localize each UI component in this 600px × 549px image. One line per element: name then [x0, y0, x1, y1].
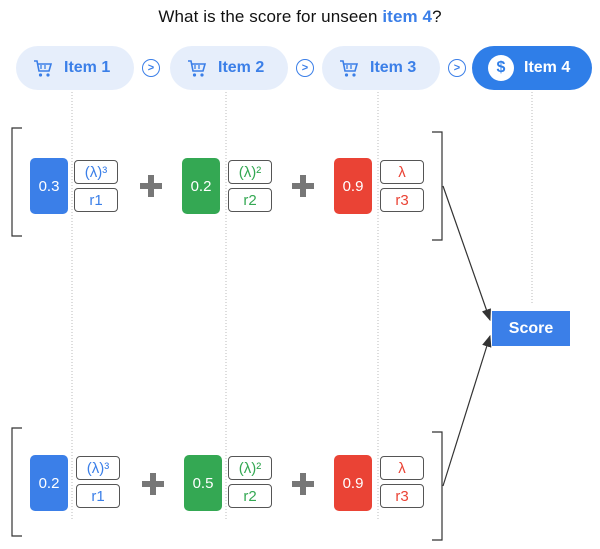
arrow-row-1-to-score	[442, 185, 491, 322]
arrow-row-2-to-score	[442, 334, 492, 487]
score-box: Score	[492, 311, 570, 346]
weight-block: 0.3	[30, 158, 68, 214]
decay-box: λ	[380, 160, 424, 184]
chevron-right-icon: >	[448, 59, 466, 77]
item-label: Item 4	[524, 59, 571, 76]
bracket-left-row-1	[11, 127, 22, 237]
chevron-right-icon: >	[142, 59, 160, 77]
cart-icon	[188, 60, 207, 77]
decay-box: (λ)²	[228, 456, 272, 480]
rating-box: r1	[74, 188, 118, 212]
bracket-right-row-1	[432, 131, 443, 241]
plus-icon	[292, 473, 314, 495]
rating-box: r3	[380, 188, 424, 212]
item-label: Item 3	[370, 59, 417, 76]
item-pill-1[interactable]: Item 1	[16, 46, 134, 90]
item-pill-3[interactable]: Item 3	[322, 46, 440, 90]
weight-block: 0.2	[182, 158, 220, 214]
plus-icon	[292, 175, 314, 197]
decay-box: (λ)³	[76, 456, 120, 480]
rating-box: r2	[228, 484, 272, 508]
weight-block: 0.5	[184, 455, 222, 511]
diagram: What is the score for unseen item 4? Ite…	[0, 0, 600, 549]
bracket-right-row-2	[432, 431, 443, 541]
plus-icon	[142, 473, 164, 495]
chevron-right-icon: >	[296, 59, 314, 77]
weight-block: 0.9	[334, 455, 372, 511]
rating-box: r3	[380, 484, 424, 508]
bracket-left-row-2	[11, 427, 22, 537]
weight-block: 0.2	[30, 455, 68, 511]
item-pill-4[interactable]: $ Item 4	[472, 46, 592, 90]
cart-icon	[34, 60, 53, 77]
rating-box: r1	[76, 484, 120, 508]
decay-box: (λ)³	[74, 160, 118, 184]
item-pill-2[interactable]: Item 2	[170, 46, 288, 90]
item-label: Item 2	[218, 59, 265, 76]
dollar-icon: $	[488, 55, 514, 81]
cart-icon	[340, 60, 359, 77]
plus-icon	[140, 175, 162, 197]
rating-box: r2	[228, 188, 272, 212]
decay-box: λ	[380, 456, 424, 480]
decay-box: (λ)²	[228, 160, 272, 184]
weight-block: 0.9	[334, 158, 372, 214]
item-label: Item 1	[64, 59, 111, 76]
